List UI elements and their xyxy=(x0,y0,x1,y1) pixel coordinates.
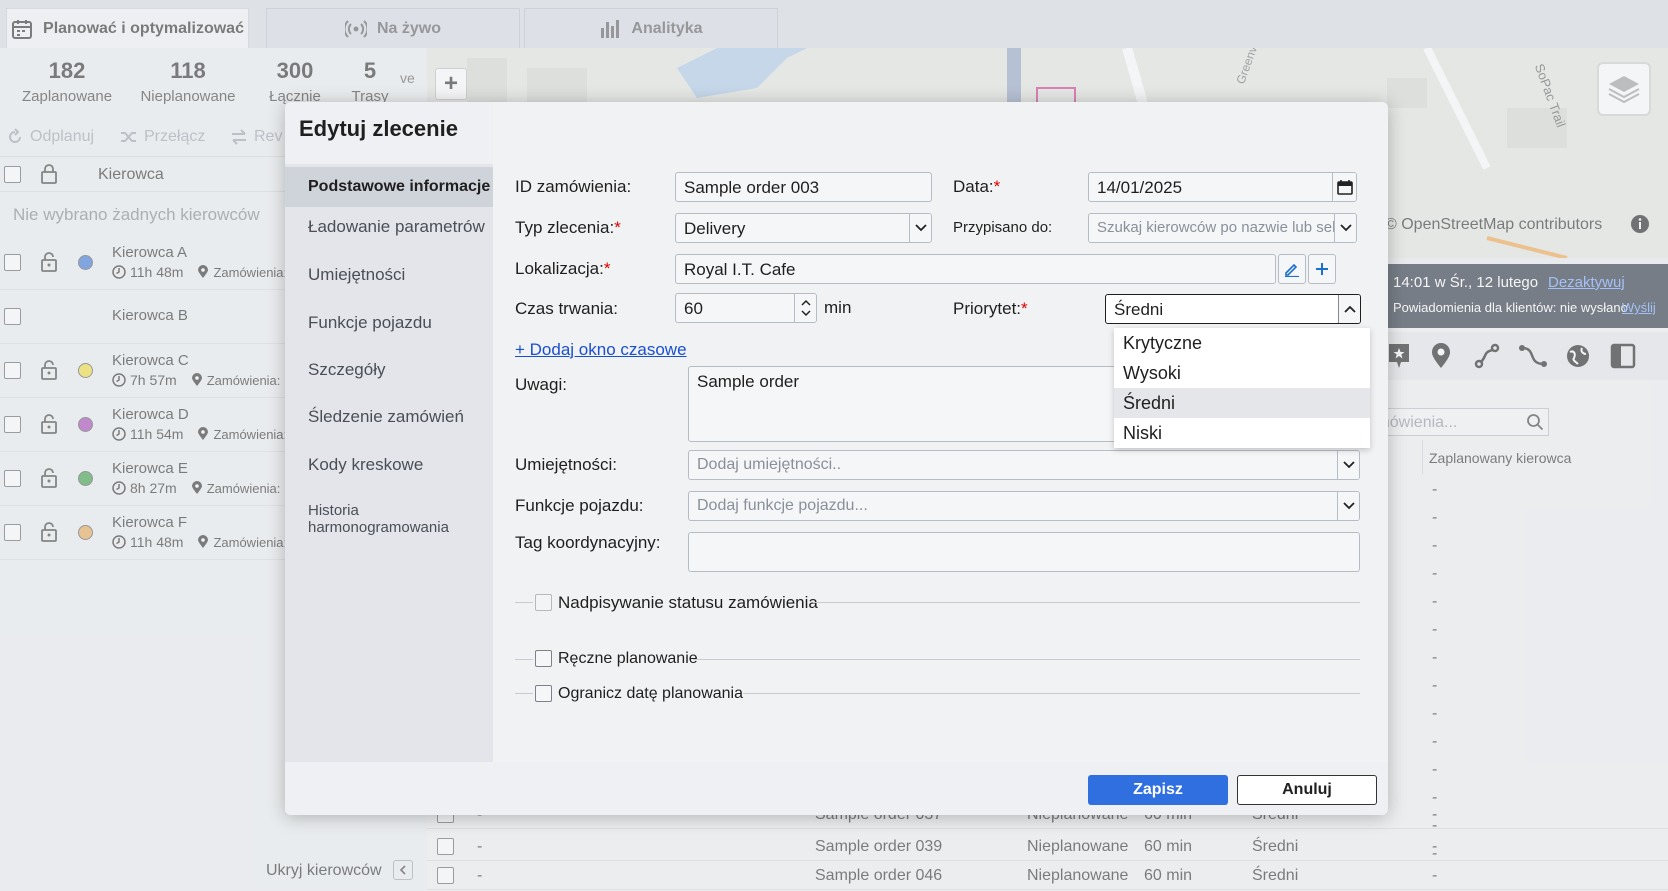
coordination-tag-label: Tag koordynacyjny: xyxy=(515,533,661,552)
edit-location-button[interactable] xyxy=(1278,254,1306,284)
nav-load-params[interactable]: Ładowanie parametrów xyxy=(308,217,485,237)
assigned-to-label: Przypisano do: xyxy=(953,219,1053,236)
duration-stepper[interactable] xyxy=(794,294,816,322)
dropdown-button[interactable] xyxy=(1338,295,1360,323)
limit-date-label: Ogranicz datę planowania xyxy=(558,685,744,702)
chevron-down-icon xyxy=(1342,502,1355,510)
priority-label-text: Priorytet: xyxy=(953,299,1022,318)
duration-unit: min xyxy=(824,298,852,317)
order-type-select[interactable]: Delivery xyxy=(675,213,932,243)
dropdown-button[interactable] xyxy=(1337,492,1359,520)
dialog-nav: Podstawowe informacje Ładowanie parametr… xyxy=(285,164,493,762)
duration-label: Czas trwania: xyxy=(515,299,618,318)
dialog-footer: Zapisz Anuluj xyxy=(285,762,1388,815)
save-button[interactable]: Zapisz xyxy=(1088,775,1228,805)
duration-value: 60 xyxy=(684,299,703,318)
manual-planning-checkbox[interactable] xyxy=(535,650,552,667)
notes-label: Uwagi: xyxy=(515,375,567,394)
skills-select[interactable]: Dodaj umiejętności.. xyxy=(688,450,1360,480)
edit-order-dialog: Podstawowe informacje Ładowanie parametr… xyxy=(285,102,1388,815)
priority-option[interactable]: Niski xyxy=(1114,418,1370,448)
nav-schedule-history[interactable]: Historia harmonogramowania xyxy=(308,502,493,536)
priority-option[interactable]: Wysoki xyxy=(1114,358,1370,388)
pencil-icon xyxy=(1285,263,1299,277)
priority-options-list: Krytyczne Wysoki Średni Niski xyxy=(1114,328,1370,448)
assigned-driver-search[interactable]: Szukaj kierowców po nazwie lub sel xyxy=(1088,213,1357,243)
order-id-input[interactable]: Sample order 003 xyxy=(675,172,932,202)
divider xyxy=(813,602,1360,603)
priority-option-selected[interactable]: Średni xyxy=(1114,388,1370,418)
divider xyxy=(743,693,1360,694)
date-label-text: Data: xyxy=(953,177,994,196)
chevron-down-icon xyxy=(1342,461,1355,469)
nav-details[interactable]: Szczegóły xyxy=(308,360,385,380)
priority-select[interactable]: Średni xyxy=(1105,294,1361,324)
location-label: Lokalizacja:* xyxy=(515,259,611,278)
dropdown-button[interactable] xyxy=(1334,214,1356,242)
divider xyxy=(515,659,533,660)
order-type-label: Typ zlecenia:* xyxy=(515,218,621,237)
dropdown-button[interactable] xyxy=(909,214,931,242)
skills-placeholder: Dodaj umiejętności.. xyxy=(697,456,842,473)
divider xyxy=(515,693,533,694)
nav-order-tracking[interactable]: Śledzenie zamówień xyxy=(308,407,464,427)
override-status-checkbox[interactable] xyxy=(535,594,552,611)
manual-planning-label: Ręczne planowanie xyxy=(558,650,698,667)
limit-date-checkbox[interactable] xyxy=(535,685,552,702)
chevron-down-icon xyxy=(914,224,927,232)
plus-icon xyxy=(1316,263,1328,275)
date-input[interactable]: 14/01/2025 xyxy=(1088,172,1357,202)
calendar-picker-button[interactable] xyxy=(1332,173,1356,201)
vehicle-features-label: Funkcje pojazdu: xyxy=(515,496,644,515)
divider xyxy=(693,659,1360,660)
nav-barcodes[interactable]: Kody kreskowe xyxy=(308,455,423,475)
divider xyxy=(515,602,533,603)
nav-basic-info[interactable]: Podstawowe informacje xyxy=(285,167,493,207)
priority-value: Średni xyxy=(1114,300,1164,319)
order-type-label-text: Typ zlecenia: xyxy=(515,218,615,237)
coordination-tag-input[interactable] xyxy=(688,532,1360,572)
chevron-up-icon xyxy=(1343,305,1356,313)
calendar-icon xyxy=(1336,180,1353,195)
priority-label: Priorytet:* xyxy=(953,299,1028,318)
assigned-placeholder: Szukaj kierowców po nazwie lub sel xyxy=(1097,219,1336,236)
nav-skills[interactable]: Umiejętności xyxy=(308,265,405,285)
duration-input[interactable]: 60 xyxy=(675,293,817,323)
priority-option[interactable]: Krytyczne xyxy=(1114,328,1370,358)
order-id-label: ID zamówienia: xyxy=(515,177,632,196)
date-value: 14/01/2025 xyxy=(1097,178,1183,197)
date-label: Data:* xyxy=(953,177,1001,196)
stepper-arrows-icon xyxy=(800,299,811,317)
chevron-down-icon xyxy=(1339,224,1352,232)
skills-label: Umiejętności: xyxy=(515,455,618,474)
vehicle-features-select[interactable]: Dodaj funkcje pojazdu... xyxy=(688,491,1360,521)
location-label-text: Lokalizacja: xyxy=(515,259,604,278)
override-status-label: Nadpisywanie statusu zamówienia xyxy=(558,593,818,612)
location-input[interactable]: Royal I.T. Cafe xyxy=(675,254,1276,284)
vehicle-placeholder: Dodaj funkcje pojazdu... xyxy=(697,497,868,514)
dropdown-button[interactable] xyxy=(1337,451,1359,479)
add-time-window-link[interactable]: + Dodaj okno czasowe xyxy=(515,340,687,360)
nav-vehicle-features[interactable]: Funkcje pojazdu xyxy=(308,313,432,333)
order-type-value: Delivery xyxy=(684,219,746,238)
cancel-button[interactable]: Anuluj xyxy=(1237,775,1377,805)
dialog-title: Edytuj zlecenie xyxy=(299,116,458,141)
add-location-button[interactable] xyxy=(1308,254,1336,284)
